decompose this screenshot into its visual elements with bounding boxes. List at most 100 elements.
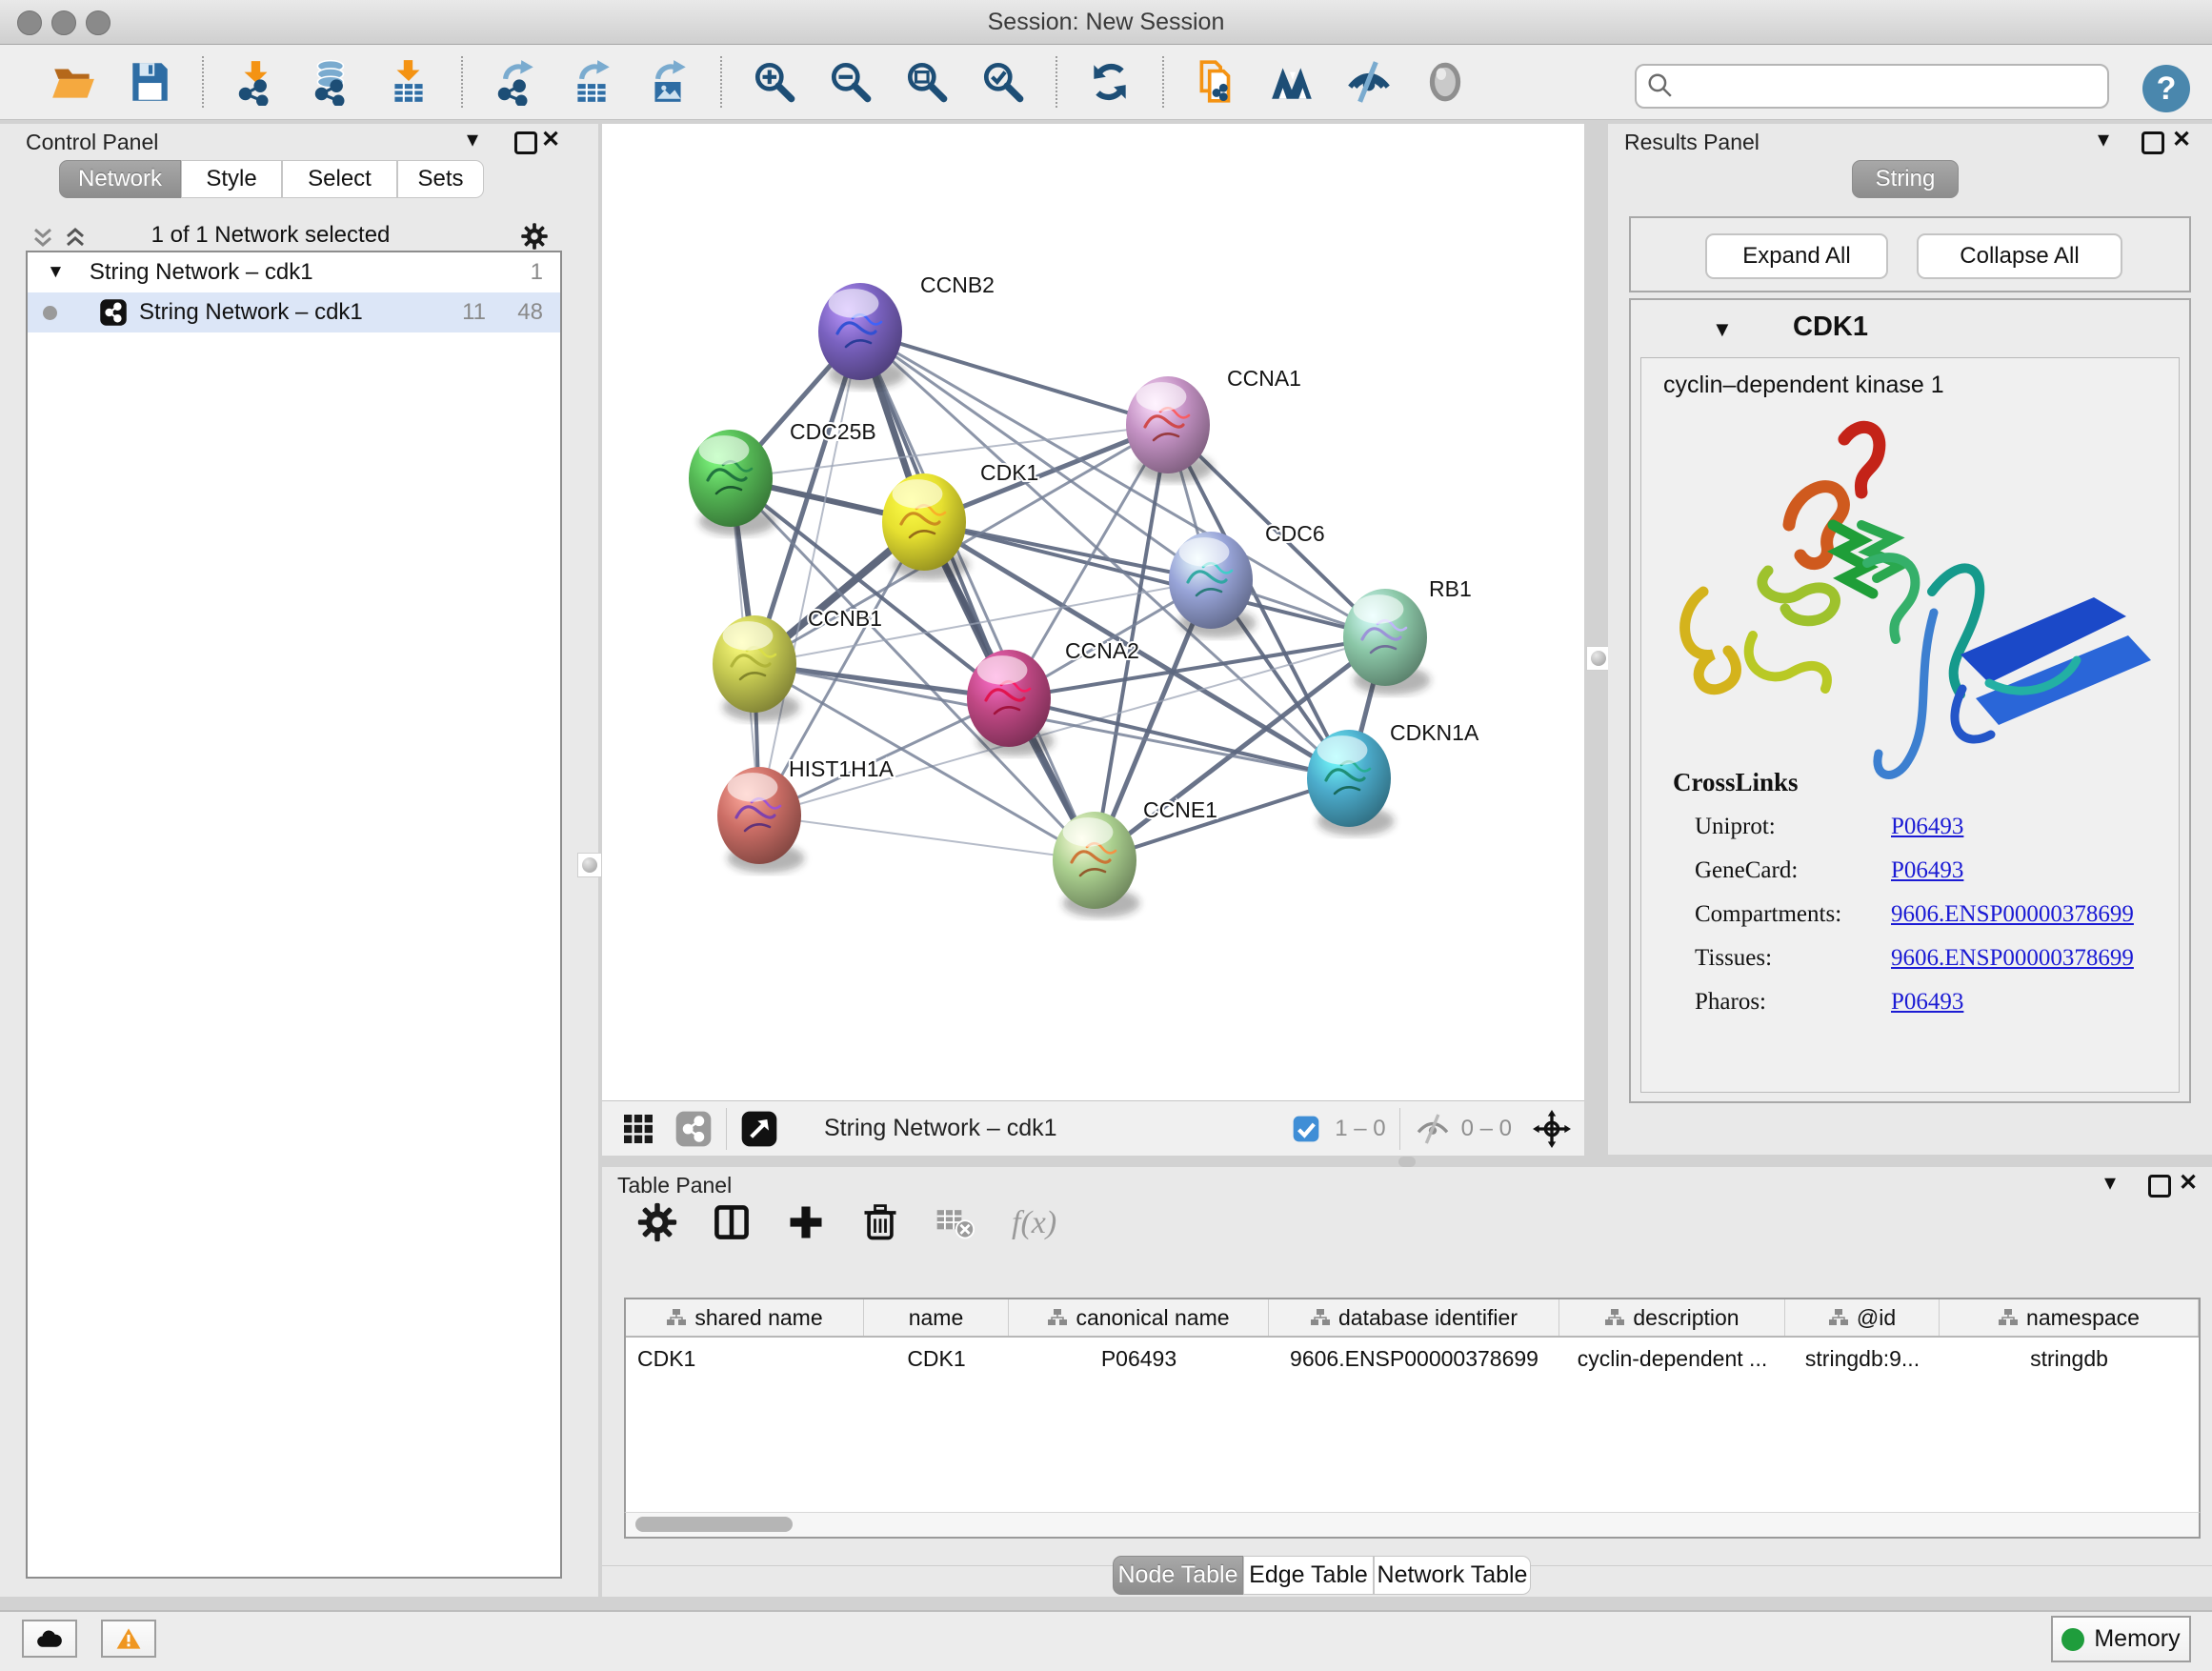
column-header-namespace[interactable]: namespace: [1940, 1299, 2199, 1336]
control-panel-menu-icon[interactable]: ▾: [467, 126, 478, 153]
tab-edge-table[interactable]: Edge Table: [1243, 1556, 1374, 1595]
expand-all-button[interactable]: Expand All: [1705, 233, 1888, 279]
column-header-name[interactable]: name: [864, 1299, 1009, 1336]
zoom-in-icon[interactable]: [751, 58, 798, 106]
tab-string[interactable]: String: [1852, 160, 1959, 198]
tab-network[interactable]: Network: [59, 160, 181, 198]
network-node-ccna1[interactable]: CCNA1: [1126, 366, 1301, 482]
show-columns-icon[interactable]: [711, 1201, 753, 1243]
export-image-icon[interactable]: [644, 58, 692, 106]
table-cell[interactable]: stringdb:9...: [1785, 1338, 1940, 1379]
crosslink-value-link[interactable]: 9606.ENSP00000378699: [1891, 945, 2134, 972]
table-horizontal-scrollbar[interactable]: [624, 1512, 2201, 1539]
network-node-cdc6[interactable]: CDC6: [1169, 521, 1325, 637]
table-panel-menu-icon[interactable]: ▾: [2104, 1169, 2116, 1197]
column-header-canonical-name[interactable]: canonical name: [1009, 1299, 1269, 1336]
column-header-database-identifier[interactable]: database identifier: [1269, 1299, 1559, 1336]
tab-select[interactable]: Select: [282, 160, 397, 198]
network-node-cdk1[interactable]: CDK1: [882, 460, 1038, 579]
network-view-panel: CCNB2CCNA1CDC25BCDK1CDC6RB1CCNB1CCNA2CDK…: [602, 124, 1584, 1155]
table-row[interactable]: CDK1CDK1P064939606.ENSP00000378699cyclin…: [626, 1338, 2199, 1379]
network-tree-item[interactable]: ▼ String Network – cdk1 1: [28, 252, 560, 292]
collapse-triangle-icon[interactable]: ▼: [47, 262, 65, 283]
table-panel-float-icon[interactable]: [2148, 1175, 2171, 1198]
crosslink-value-link[interactable]: P06493: [1891, 857, 1963, 884]
show-all-icon[interactable]: [1421, 58, 1469, 106]
save-session-icon[interactable]: [126, 58, 173, 106]
network-edge[interactable]: [860, 332, 1168, 425]
network-node-cdkn1a[interactable]: CDKN1A: [1307, 720, 1479, 836]
node-label-ccna2: CCNA2: [1065, 638, 1139, 663]
table-panel-close-icon[interactable]: ✕: [2179, 1169, 2198, 1197]
scrollbar-thumb[interactable]: [635, 1517, 793, 1532]
warning-status-button[interactable]: [101, 1620, 156, 1658]
results-panel-float-icon[interactable]: [2142, 131, 2164, 154]
zoom-selected-icon[interactable]: [979, 58, 1027, 106]
table-options-gear-icon[interactable]: [636, 1201, 678, 1243]
help-icon[interactable]: ?: [2142, 65, 2190, 112]
import-table-icon[interactable]: [385, 58, 432, 106]
table-cell[interactable]: cyclin-dependent ...: [1559, 1338, 1785, 1379]
results-panel-menu-icon[interactable]: ▾: [2098, 126, 2109, 153]
cloud-status-button[interactable]: [22, 1620, 77, 1658]
table-cell[interactable]: stringdb: [1940, 1338, 2199, 1379]
collapse-triangle-icon[interactable]: ▼: [1712, 317, 1733, 342]
fit-selected-crosshair-icon[interactable]: [1533, 1110, 1571, 1148]
birdseye-view-icon[interactable]: [740, 1110, 778, 1148]
zoom-fit-icon[interactable]: [903, 58, 951, 106]
network-tree-item[interactable]: String Network – cdk1 11 48: [28, 292, 560, 332]
network-node-hist1h1a[interactable]: HIST1H1A: [717, 756, 895, 873]
network-edge[interactable]: [860, 332, 1095, 860]
layout-refresh-icon[interactable]: [1086, 58, 1134, 106]
memory-button[interactable]: Memory: [2051, 1616, 2191, 1662]
collapse-all-button[interactable]: Collapse All: [1917, 233, 2122, 279]
delete-column-trash-icon[interactable]: [859, 1201, 901, 1243]
column-header--id[interactable]: @id: [1785, 1299, 1940, 1336]
hide-selected-icon[interactable]: [1345, 58, 1393, 106]
import-network-icon[interactable]: [232, 58, 280, 106]
import-database-icon[interactable]: [309, 58, 356, 106]
crosslink-value-link[interactable]: 9606.ENSP00000378699: [1891, 901, 2134, 928]
control-panel-close-icon[interactable]: ✕: [541, 126, 560, 153]
table-cell[interactable]: CDK1: [626, 1338, 864, 1379]
export-table-icon[interactable]: [568, 58, 615, 106]
export-network-icon[interactable]: [492, 58, 539, 106]
network-status-dot: [43, 306, 57, 320]
network-edge[interactable]: [759, 815, 1095, 860]
crosslink-value-link[interactable]: P06493: [1891, 814, 1963, 840]
network-options-gear-icon[interactable]: [520, 222, 549, 251]
network-edge[interactable]: [759, 332, 860, 815]
table-cell[interactable]: 9606.ENSP00000378699: [1269, 1338, 1559, 1379]
control-panel-tabs: NetworkStyleSelectSets: [59, 160, 484, 198]
selected-checkbox-icon[interactable]: [1287, 1110, 1325, 1148]
control-panel-float-icon[interactable]: [514, 131, 537, 154]
duplicate-network-icon[interactable]: [1193, 58, 1240, 106]
binoculars-icon[interactable]: [1269, 58, 1317, 106]
crosslink-label: Pharos:: [1695, 989, 1766, 1016]
network-node-rb1[interactable]: RB1: [1343, 576, 1472, 695]
network-node-ccnb2[interactable]: CCNB2: [818, 272, 995, 389]
share-network-icon[interactable]: [674, 1110, 713, 1148]
zoom-out-icon[interactable]: [827, 58, 875, 106]
table-cell[interactable]: P06493: [1009, 1338, 1269, 1379]
grid-view-icon[interactable]: [619, 1110, 657, 1148]
horizontal-divider-handle[interactable]: [1398, 1157, 1416, 1167]
panel-divider-handle[interactable]: [577, 853, 602, 877]
search-box[interactable]: [1635, 64, 2109, 109]
column-header-shared-name[interactable]: shared name: [626, 1299, 864, 1336]
network-canvas[interactable]: CCNB2CCNA1CDC25BCDK1CDC6RB1CCNB1CCNA2CDK…: [602, 124, 1584, 1100]
tab-style[interactable]: Style: [181, 160, 282, 198]
tab-network-table[interactable]: Network Table: [1374, 1556, 1531, 1595]
network-node-ccne1[interactable]: CCNE1: [1053, 797, 1217, 917]
network-edge[interactable]: [1009, 698, 1349, 778]
tab-sets[interactable]: Sets: [397, 160, 484, 198]
tab-node-table[interactable]: Node Table: [1113, 1556, 1243, 1595]
memory-status-dot: [2061, 1628, 2084, 1651]
add-column-plus-icon[interactable]: [785, 1201, 827, 1243]
column-header-description[interactable]: description: [1559, 1299, 1785, 1336]
crosslink-value-link[interactable]: P06493: [1891, 989, 1963, 1016]
results-panel-close-icon[interactable]: ✕: [2172, 126, 2191, 153]
open-session-icon[interactable]: [50, 58, 97, 106]
search-input[interactable]: [1679, 67, 2107, 106]
table-cell[interactable]: CDK1: [864, 1338, 1009, 1379]
